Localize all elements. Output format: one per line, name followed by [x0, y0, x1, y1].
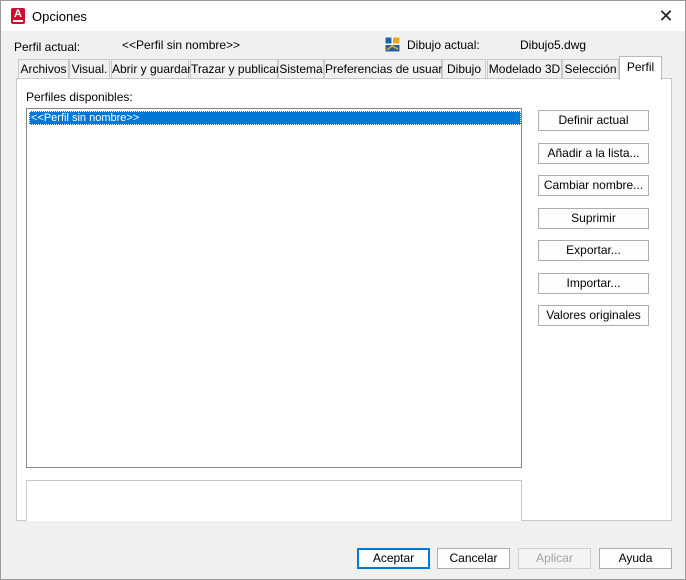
tab-abrir-guardar[interactable]: Abrir y guardar — [111, 59, 191, 79]
available-profiles-label: Perfiles disponibles: — [26, 90, 133, 104]
tab-visual[interactable]: Visual. — [69, 59, 110, 79]
close-button[interactable]: ✕ — [651, 3, 681, 29]
list-item[interactable]: <<Perfil sin nombre>> — [29, 111, 521, 125]
tab-dibujo[interactable]: Dibujo — [442, 59, 486, 79]
export-button[interactable]: Exportar... — [538, 240, 649, 261]
profile-description-box — [26, 480, 522, 521]
reset-button[interactable]: Valores originales — [538, 305, 649, 326]
tab-trazar-publicar[interactable]: Trazar y publicar — [190, 59, 280, 79]
apply-button[interactable]: Aplicar — [518, 548, 591, 569]
rename-button[interactable]: Cambiar nombre... — [538, 175, 649, 196]
current-profile-label: Perfil actual: — [14, 40, 81, 54]
profiles-listbox[interactable]: <<Perfil sin nombre>> — [26, 108, 522, 468]
set-current-button[interactable]: Definir actual — [538, 110, 649, 131]
window-title: Opciones — [32, 9, 87, 24]
tab-archivos[interactable]: Archivos — [18, 59, 69, 79]
import-button[interactable]: Importar... — [538, 273, 649, 294]
cancel-button[interactable]: Cancelar — [437, 548, 510, 569]
current-drawing-value: Dibujo5.dwg — [520, 38, 587, 52]
tab-sistema[interactable]: Sistema — [278, 59, 324, 79]
tab-preferencias-usuario[interactable]: Preferencias de usuario — [324, 59, 452, 79]
tab-modelado-3d[interactable]: Modelado 3D — [487, 59, 562, 79]
delete-button[interactable]: Suprimir — [538, 208, 649, 229]
tab-seleccion[interactable]: Selección — [562, 59, 619, 79]
ok-button[interactable]: Aceptar — [357, 548, 430, 569]
title-bar: A Opciones ✕ — [1, 1, 685, 31]
current-drawing-label: Dibujo actual: — [407, 38, 480, 52]
options-dialog: A Opciones ✕ Perfil actual: <<Perfil sin… — [0, 0, 686, 580]
help-button[interactable]: Ayuda — [599, 548, 672, 569]
current-profile-value: <<Perfil sin nombre>> — [122, 38, 241, 52]
tab-perfil[interactable]: Perfil — [619, 56, 662, 80]
autocad-app-icon: A — [11, 8, 25, 24]
add-to-list-button[interactable]: Añadir a la lista... — [538, 143, 649, 164]
drawing-file-icon — [385, 37, 400, 52]
